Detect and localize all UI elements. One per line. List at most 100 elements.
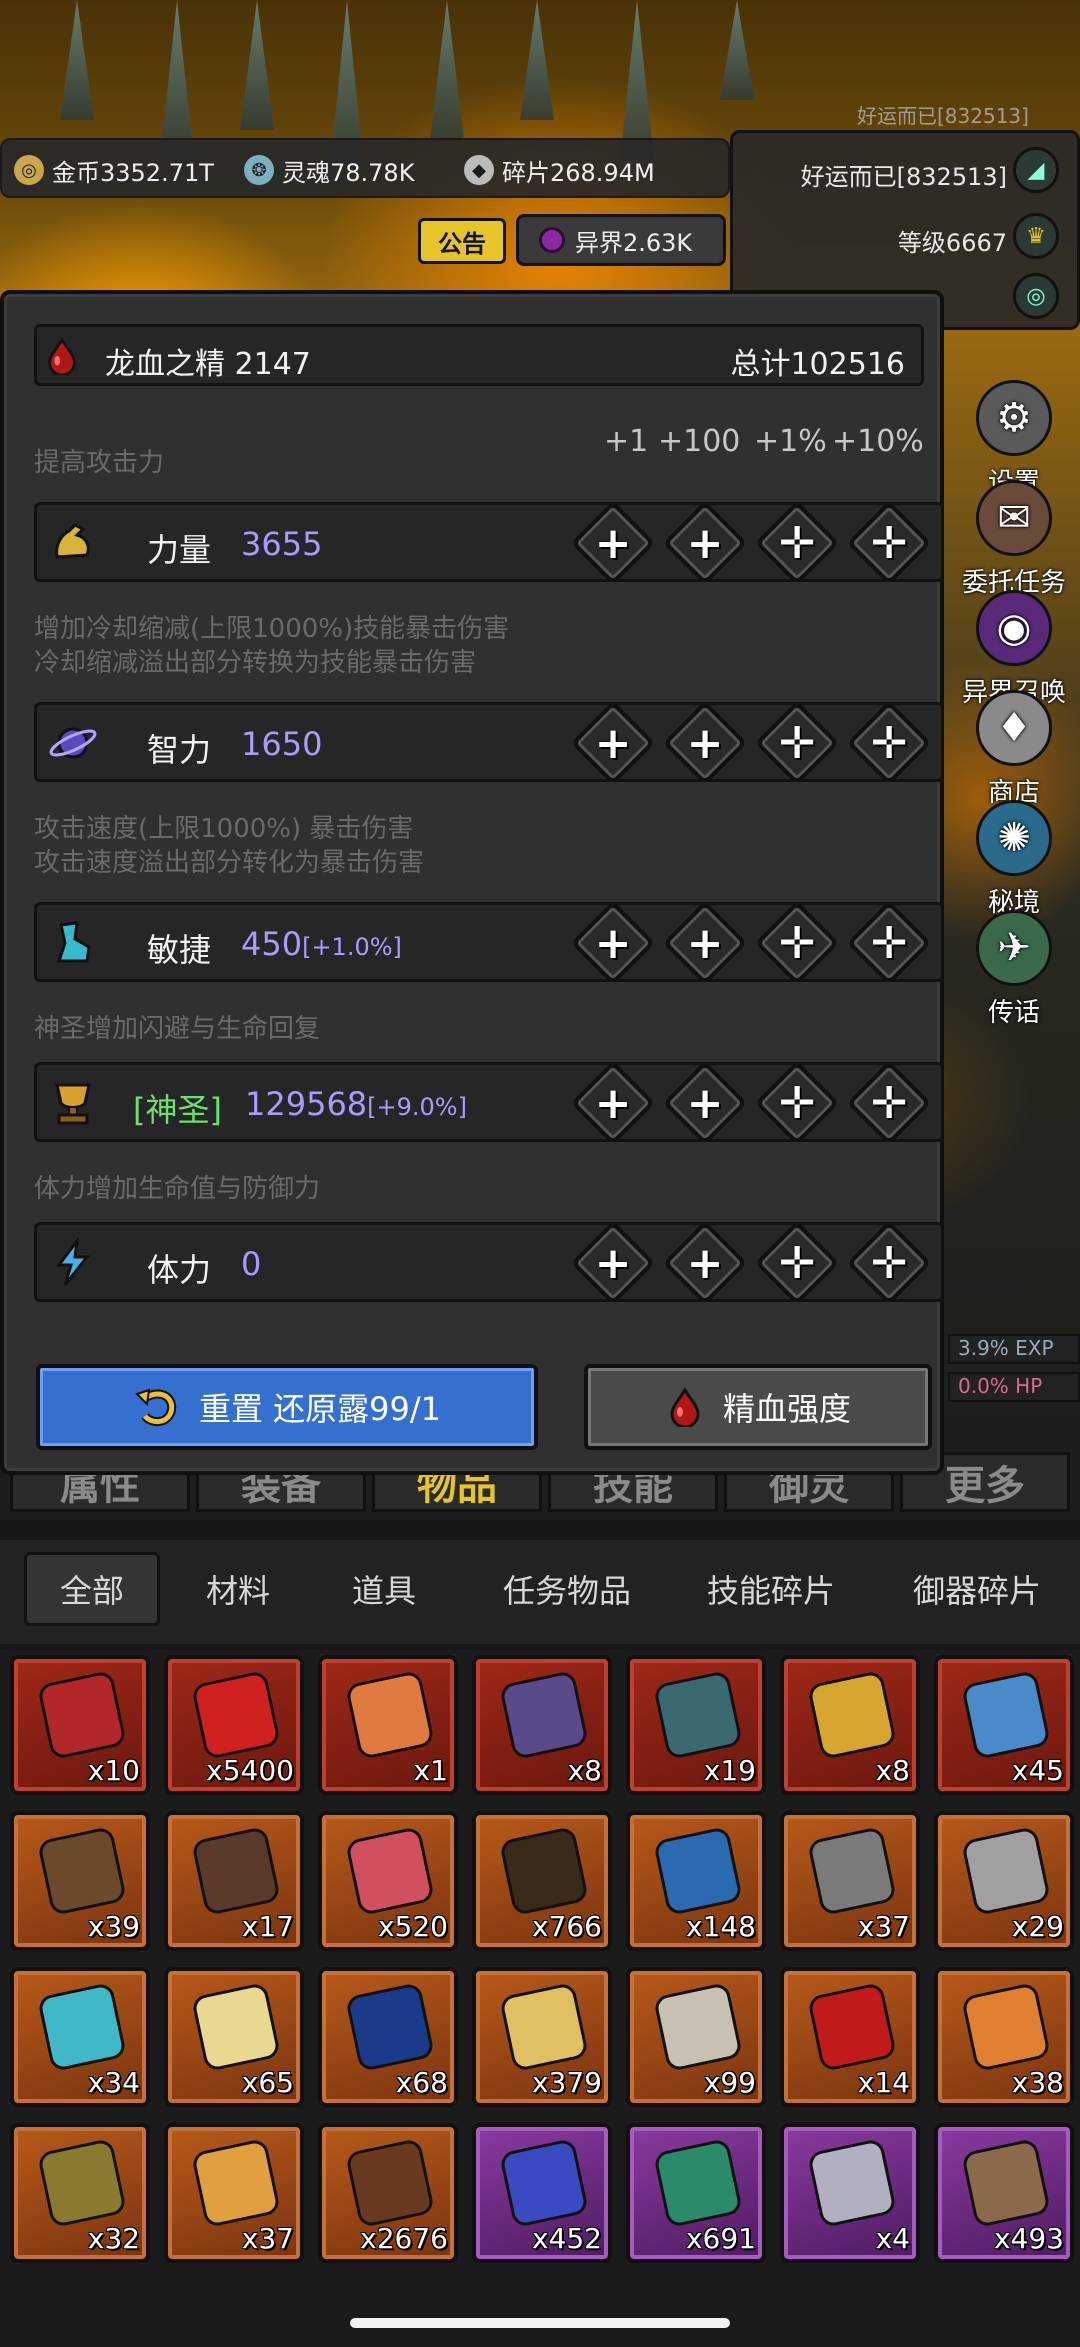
item-count: x148 bbox=[685, 1910, 756, 1943]
stat-number: 129568 bbox=[245, 1085, 368, 1123]
gear-icon: ⚙ bbox=[976, 380, 1052, 456]
inventory-item-slot[interactable]: x10 bbox=[10, 1655, 150, 1795]
inventory-item-slot[interactable]: x45 bbox=[934, 1655, 1074, 1795]
filter-all[interactable]: 全部 bbox=[24, 1552, 160, 1626]
otherworld-counter[interactable]: 异界2.63K bbox=[516, 214, 726, 266]
inventory-item-slot[interactable]: x32 bbox=[10, 2123, 150, 2263]
increment-label-10pct: +10% bbox=[832, 424, 924, 459]
add-1pct-holy-button[interactable]: ✛ bbox=[754, 1060, 840, 1146]
shop-button[interactable]: ♦ 商店 bbox=[948, 690, 1080, 809]
plus-icon: + bbox=[594, 917, 632, 969]
reset-button[interactable]: 重置 还原露99/1 bbox=[36, 1364, 538, 1450]
item-count: x4 bbox=[875, 2222, 910, 2255]
inventory-item-slot[interactable]: x37 bbox=[780, 1811, 920, 1951]
inventory-item-slot[interactable]: x4 bbox=[780, 2123, 920, 2263]
amber-icon bbox=[960, 1981, 1052, 2073]
soul-resource: ❂ 灵魂78.78K bbox=[244, 150, 414, 190]
inventory-item-slot[interactable]: x34 bbox=[10, 1967, 150, 2107]
red-swirl-icon bbox=[190, 1669, 282, 1761]
add-1-intelligence-button[interactable]: + bbox=[570, 700, 656, 786]
soul-icon: ❂ bbox=[244, 155, 274, 185]
blood-drop-icon bbox=[48, 337, 76, 375]
inventory-item-slot[interactable]: x8 bbox=[780, 1655, 920, 1795]
plus-dotted-icon: ✛ bbox=[778, 517, 816, 569]
add-10pct-holy-button[interactable]: ✛ bbox=[846, 1060, 932, 1146]
add-10pct-strength-button[interactable]: ✛ bbox=[846, 500, 932, 586]
add-1pct-stamina-button[interactable]: ✛ bbox=[754, 1220, 840, 1306]
add-1pct-agility-button[interactable]: ✛ bbox=[754, 900, 840, 986]
add-10pct-stamina-button[interactable]: ✛ bbox=[846, 1220, 932, 1306]
background-spike bbox=[520, 0, 554, 120]
blue-drop-icon bbox=[652, 1825, 744, 1917]
add-1-stamina-button[interactable]: + bbox=[570, 1220, 656, 1306]
soul-amount: 灵魂78.78K bbox=[282, 158, 415, 187]
add-100-intelligence-button[interactable]: + bbox=[662, 700, 748, 786]
add-1-agility-button[interactable]: + bbox=[570, 900, 656, 986]
add-1pct-strength-button[interactable]: ✛ bbox=[754, 500, 840, 586]
stat-label: 体力 bbox=[147, 1251, 212, 1289]
inventory-item-slot[interactable]: x766 bbox=[472, 1811, 612, 1951]
inventory-item-slot[interactable]: x29 bbox=[934, 1811, 1074, 1951]
green-ore-icon bbox=[652, 2137, 744, 2229]
plus-dotted-icon: ✛ bbox=[778, 917, 816, 969]
inventory-item-slot[interactable]: x8 bbox=[472, 1655, 612, 1795]
filter-quest-items[interactable]: 任务物品 bbox=[472, 1552, 662, 1626]
inventory-item-slot[interactable]: x148 bbox=[626, 1811, 766, 1951]
inventory-item-slot[interactable]: x379 bbox=[472, 1967, 612, 2107]
essence-strength-button[interactable]: 精血强度 bbox=[584, 1364, 932, 1450]
notice-button[interactable]: 公告 bbox=[418, 218, 506, 264]
inventory-item-slot[interactable]: x2676 bbox=[318, 2123, 458, 2263]
add-10pct-agility-button[interactable]: ✛ bbox=[846, 900, 932, 986]
plus-dotted-icon: ✛ bbox=[870, 517, 908, 569]
background-spike bbox=[620, 0, 654, 160]
inventory-item-slot[interactable]: x14 bbox=[780, 1967, 920, 2107]
horn-icon bbox=[960, 1825, 1052, 1917]
inventory-item-slot[interactable]: x1 bbox=[318, 1655, 458, 1795]
filter-skill-shards[interactable]: 技能碎片 bbox=[676, 1552, 866, 1626]
item-count: x65 bbox=[241, 2066, 294, 2099]
add-1-strength-button[interactable]: + bbox=[570, 500, 656, 586]
stat-value: 1650 bbox=[241, 725, 322, 763]
teleport-button[interactable]: ✈ 传话 bbox=[948, 910, 1080, 1029]
background-spike bbox=[720, 0, 754, 100]
commission-button[interactable]: ✉ 委托任务 bbox=[948, 480, 1080, 599]
inventory-item-slot[interactable]: x691 bbox=[626, 2123, 766, 2263]
signal-icon[interactable]: ◢ bbox=[1013, 147, 1059, 193]
inventory-item-slot[interactable]: x520 bbox=[318, 1811, 458, 1951]
swirl-icon[interactable]: ◎ bbox=[1013, 273, 1059, 319]
item-count: x520 bbox=[377, 1910, 448, 1943]
inventory-item-slot[interactable]: x65 bbox=[164, 1967, 304, 2107]
inventory-item-slot[interactable]: x5400 bbox=[164, 1655, 304, 1795]
inventory-item-slot[interactable]: x68 bbox=[318, 1967, 458, 2107]
inventory-item-slot[interactable]: x39 bbox=[10, 1811, 150, 1951]
filter-materials[interactable]: 材料 bbox=[176, 1552, 300, 1626]
inventory-item-slot[interactable]: x38 bbox=[934, 1967, 1074, 2107]
inventory-item-slot[interactable]: x19 bbox=[626, 1655, 766, 1795]
add-100-holy-button[interactable]: + bbox=[662, 1060, 748, 1146]
filter-artifact-shards[interactable]: 御器碎片 bbox=[882, 1552, 1072, 1626]
increment-label-1pct: +1% bbox=[754, 424, 827, 459]
golden-key-icon bbox=[806, 1669, 898, 1761]
add-100-stamina-button[interactable]: + bbox=[662, 1220, 748, 1306]
inventory-item-slot[interactable]: x493 bbox=[934, 2123, 1074, 2263]
portal-icon: ◉ bbox=[976, 590, 1052, 666]
inventory-item-slot[interactable]: x17 bbox=[164, 1811, 304, 1951]
plus-icon: + bbox=[594, 1237, 632, 1289]
scroll-icon bbox=[190, 2137, 282, 2229]
add-100-agility-button[interactable]: + bbox=[662, 900, 748, 986]
secret-realm-button[interactable]: ✺ 秘境 bbox=[948, 800, 1080, 919]
inventory-item-slot[interactable]: x452 bbox=[472, 2123, 612, 2263]
add-1-holy-button[interactable]: + bbox=[570, 1060, 656, 1146]
home-indicator[interactable] bbox=[350, 2318, 730, 2328]
rock-icon bbox=[960, 2137, 1052, 2229]
filter-tools[interactable]: 道具 bbox=[322, 1552, 446, 1626]
item-count: x99 bbox=[703, 2066, 756, 2099]
add-10pct-intelligence-button[interactable]: ✛ bbox=[846, 700, 932, 786]
essence-strength-label: 精血强度 bbox=[722, 1390, 851, 1428]
add-1pct-intelligence-button[interactable]: ✛ bbox=[754, 700, 840, 786]
crown-icon[interactable]: ♛ bbox=[1013, 213, 1059, 259]
inventory-item-slot[interactable]: x99 bbox=[626, 1967, 766, 2107]
inventory-item-slot[interactable]: x37 bbox=[164, 2123, 304, 2263]
blood-gem-icon bbox=[36, 1669, 128, 1761]
add-100-strength-button[interactable]: + bbox=[662, 500, 748, 586]
